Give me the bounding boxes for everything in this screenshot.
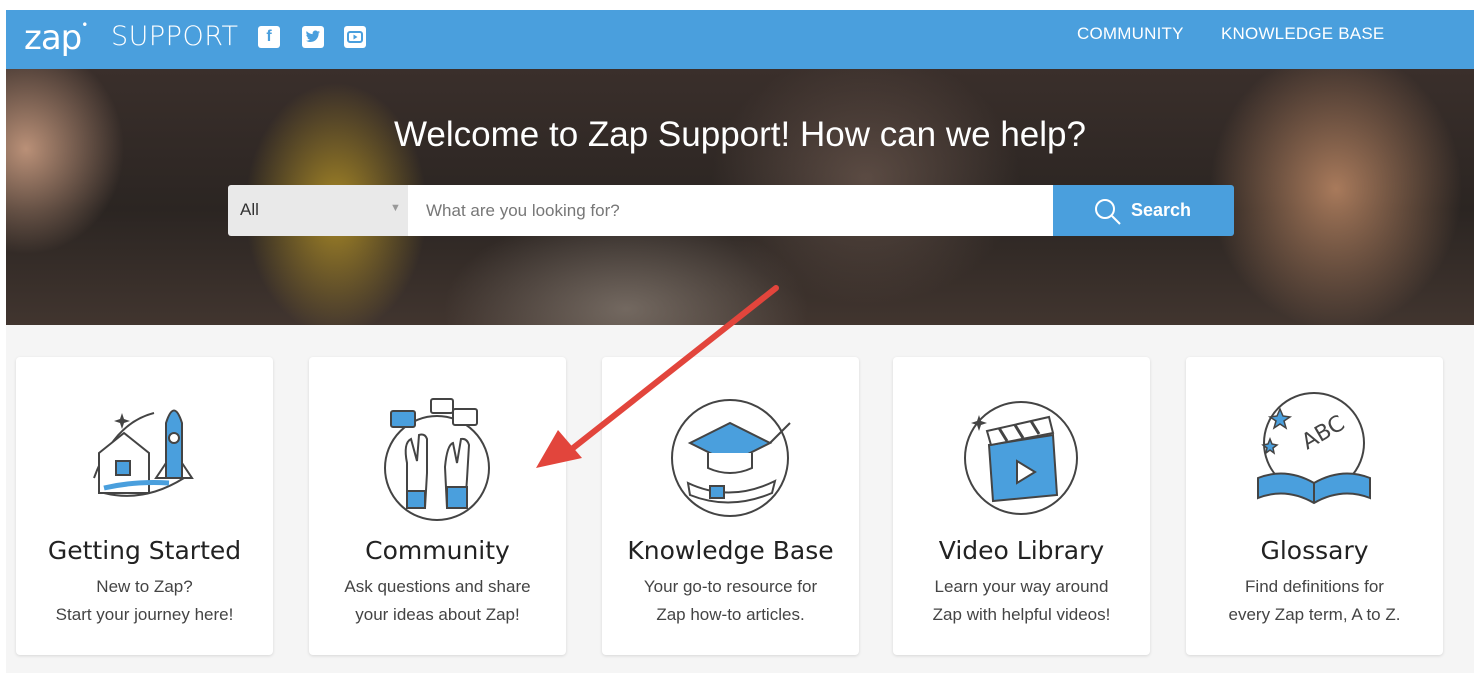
nav-knowledge-base[interactable]: KNOWLEDGE BASE xyxy=(1221,24,1384,44)
nav-community[interactable]: COMMUNITY xyxy=(1077,24,1184,44)
svg-text:ABC: ABC xyxy=(1298,411,1350,455)
card-description-line2: every Zap term, A to Z. xyxy=(1228,605,1401,624)
facebook-glyph: f xyxy=(266,28,272,45)
logo-support-label: SUPPORT xyxy=(111,21,239,52)
search-bar: All ▼ Search xyxy=(228,185,1234,236)
card-description-line2: Zap how-to articles. xyxy=(656,605,805,624)
card-description-line1: New to Zap? xyxy=(96,577,193,596)
card-description-line2: Zap with helpful videos! xyxy=(932,605,1111,624)
card-video-library[interactable]: Video Library Learn your way around Zap … xyxy=(893,357,1150,655)
open-book-abc-icon: ABC xyxy=(1257,392,1371,505)
card-title: Community xyxy=(365,536,510,565)
card-title: Getting Started xyxy=(47,536,242,565)
facebook-icon[interactable]: f xyxy=(258,26,280,48)
search-scope-select[interactable]: All ▼ xyxy=(228,185,408,236)
raised-hands-chat-icon xyxy=(384,398,490,521)
search-input[interactable] xyxy=(408,185,1053,236)
page-frame: zap• SUPPORT f COMMUNITY KNOWLEDGE BASE … xyxy=(6,10,1474,673)
card-community[interactable]: Community Ask questions and share your i… xyxy=(309,357,566,655)
twitter-bird-shape xyxy=(306,30,320,42)
card-glossary[interactable]: ABC Glossary Find definitions for every … xyxy=(1186,357,1443,655)
graduation-cap-diploma-icon xyxy=(671,399,791,517)
card-description-line1: Learn your way around xyxy=(934,577,1109,596)
card-description-line1: Your go-to resource for xyxy=(643,577,818,596)
rocket-house-icon xyxy=(93,409,194,497)
hero-title: Welcome to Zap Support! How can we help? xyxy=(394,115,1086,154)
card-description-line1: Find definitions for xyxy=(1245,577,1384,596)
card-description-line1: Ask questions and share xyxy=(344,577,531,596)
search-scope-value: All xyxy=(240,200,259,219)
logo-dot: • xyxy=(81,17,88,32)
card-description-line2: Start your journey here! xyxy=(55,605,234,624)
youtube-icon[interactable] xyxy=(344,26,366,48)
hero-banner: Welcome to Zap Support! How can we help?… xyxy=(6,69,1474,325)
zap-logo[interactable]: zap• xyxy=(24,17,88,58)
youtube-play-shape xyxy=(347,31,363,43)
card-title: Video Library xyxy=(938,536,1105,565)
search-button[interactable]: Search xyxy=(1053,185,1234,236)
card-description-line2: your ideas about Zap! xyxy=(355,605,520,624)
clapperboard-icon xyxy=(964,401,1078,515)
search-button-label: Search xyxy=(1131,200,1192,220)
card-title: Knowledge Base xyxy=(627,536,834,565)
card-knowledge-base[interactable]: Knowledge Base Your go-to resource for Z… xyxy=(602,357,859,655)
card-getting-started[interactable]: Getting Started New to Zap? Start your j… xyxy=(16,357,273,655)
twitter-icon[interactable] xyxy=(302,26,324,48)
logo-text: zap xyxy=(24,18,82,58)
card-title: Glossary xyxy=(1260,536,1369,565)
caret-down-icon: ▼ xyxy=(390,202,401,214)
header-bar: zap• SUPPORT f COMMUNITY KNOWLEDGE BASE xyxy=(6,10,1474,69)
search-icon xyxy=(1095,199,1121,225)
